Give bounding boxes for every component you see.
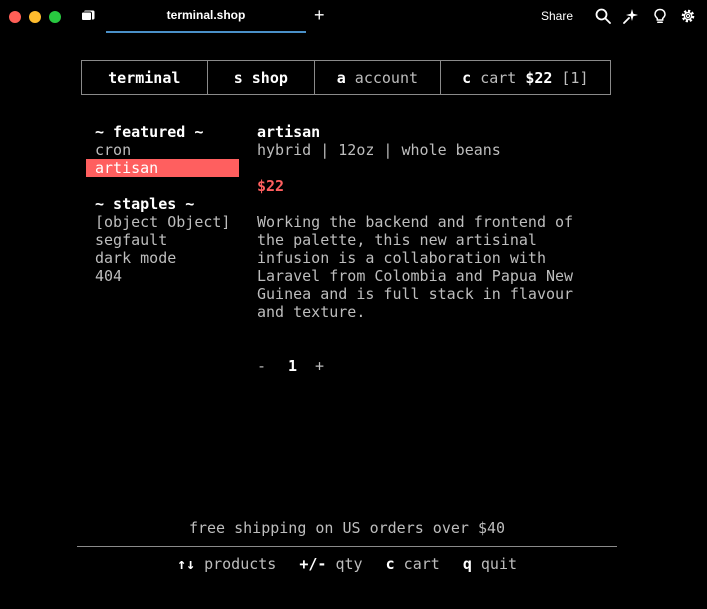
account-shortcut-key: a: [336, 68, 346, 87]
brand-label: terminal: [108, 68, 181, 87]
nav-tab-shop[interactable]: s shop: [208, 61, 316, 94]
close-window-button[interactable]: [9, 11, 21, 23]
minimize-window-button[interactable]: [29, 11, 41, 23]
gear-icon[interactable]: [680, 8, 696, 24]
quantity-stepper: - 1 +: [257, 357, 333, 375]
zoom-window-button[interactable]: [49, 11, 61, 23]
sidebar-toggle-icon[interactable]: [81, 10, 95, 21]
list-item-artisan[interactable]: artisan: [86, 159, 239, 177]
list-item-object-object[interactable]: [object Object]: [86, 213, 239, 231]
nav-brand[interactable]: terminal: [82, 61, 208, 94]
cart-tab-label: cart: [480, 68, 517, 87]
description-line: Laravel from Colombia and Papua New: [257, 267, 574, 285]
qty-shortcut-label: qty: [335, 555, 363, 573]
cart-total: $22: [525, 68, 553, 87]
nav-tab-account[interactable]: a account: [315, 61, 441, 94]
keyboard-shortcuts: ↑↓ products +/- qty c cart q quit: [77, 555, 617, 573]
shortcut-products: ↑↓ products: [177, 555, 276, 573]
active-tab-indicator: [106, 31, 306, 33]
quit-shortcut-label: quit: [480, 555, 518, 573]
share-button[interactable]: Share: [541, 9, 573, 23]
product-detail: artisan hybrid | 12oz | whole beans $22 …: [257, 123, 587, 321]
decrease-quantity-button[interactable]: -: [257, 357, 275, 375]
products-shortcut-label: products: [204, 555, 277, 573]
description-line: the palette, this new artisinal: [257, 231, 537, 249]
cart-key: c: [385, 555, 395, 573]
product-name: artisan: [257, 123, 321, 141]
footer-divider: [77, 546, 617, 547]
description-line: infusion is a collaboration with: [257, 249, 546, 267]
list-item-segfault[interactable]: segfault: [86, 231, 239, 249]
cart-count: [1]: [561, 68, 589, 87]
products-key: ↑↓: [176, 555, 196, 573]
product-list: ~ featured ~ cron artisan ~ staples ~ [o…: [86, 123, 239, 285]
product-description: Working the backend and frontend of the …: [257, 213, 587, 321]
nav-tab-cart[interactable]: c cart $22 [1]: [441, 61, 610, 94]
cart-shortcut-key: c: [462, 68, 472, 87]
shop-tab-label: shop: [251, 68, 288, 87]
shipping-note: free shipping on US orders over $40: [188, 519, 506, 537]
shop-shortcut-key: s: [233, 68, 243, 87]
product-price: $22: [257, 177, 285, 195]
tab-title: terminal.shop: [166, 8, 246, 22]
staples-heading: ~ staples ~: [95, 195, 195, 213]
increase-quantity-button[interactable]: +: [315, 357, 333, 375]
shortcut-cart: c cart: [386, 555, 440, 573]
list-item-cron[interactable]: cron: [86, 141, 239, 159]
qty-key: +/-: [299, 555, 327, 573]
quit-key: q: [462, 555, 472, 573]
new-tab-button[interactable]: +: [314, 5, 325, 25]
account-tab-label: account: [354, 68, 419, 87]
browser-tab[interactable]: terminal.shop: [106, 0, 306, 33]
window-titlebar: terminal.shop + Share: [0, 0, 707, 33]
shortcut-qty: +/- qty: [299, 555, 362, 573]
product-subtitle: hybrid | 12oz | whole beans: [257, 141, 501, 159]
description-line: and texture.: [257, 303, 366, 321]
sparkle-icon[interactable]: [623, 8, 639, 24]
shortcut-quit: q quit: [463, 555, 517, 573]
quantity-value: 1: [288, 357, 298, 375]
description-line: Guinea and is full stack in flavour: [257, 285, 574, 303]
list-item-dark-mode[interactable]: dark mode: [86, 249, 239, 267]
description-line: Working the backend and frontend of: [257, 213, 574, 231]
featured-heading: ~ featured ~: [95, 123, 204, 141]
shop-nav-bar: terminal s shop a account c cart $22 [1]: [81, 60, 611, 95]
list-item-404[interactable]: 404: [86, 267, 239, 285]
cart-shortcut-label: cart: [403, 555, 440, 573]
lightbulb-icon[interactable]: [652, 8, 668, 24]
search-icon[interactable]: [595, 8, 611, 24]
